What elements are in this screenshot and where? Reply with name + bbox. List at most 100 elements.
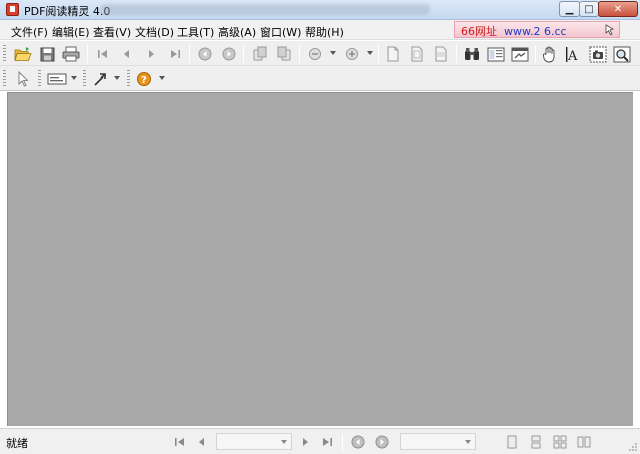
toolbar-separator	[243, 45, 244, 63]
go-forward-icon	[222, 47, 236, 61]
actual-size-button[interactable]	[383, 44, 403, 64]
menu-tools[interactable]: 工具(T)	[177, 24, 214, 40]
toolbar-grip[interactable]	[38, 70, 41, 87]
fit-page-button[interactable]	[407, 44, 427, 64]
facing-layout-button[interactable]	[574, 432, 594, 452]
hand-tool-icon	[542, 46, 555, 62]
status-previous-page-button[interactable]	[192, 432, 212, 452]
link-tool-button[interactable]	[90, 69, 110, 89]
ad-url-part1: www.2	[504, 25, 541, 38]
facing-continuous-layout-button[interactable]	[550, 432, 570, 452]
single-page-icon	[507, 435, 517, 449]
first-page-button[interactable]	[93, 44, 113, 64]
first-page-icon	[98, 50, 107, 58]
status-back-button[interactable]	[348, 432, 368, 452]
help-button[interactable]: ?	[134, 69, 154, 89]
annotation-dropdown[interactable]	[71, 76, 77, 80]
page-number-combo[interactable]	[216, 433, 292, 450]
first-page-icon	[175, 438, 184, 446]
magnifier-button[interactable]	[612, 44, 632, 64]
status-bar: 就绪	[0, 428, 640, 454]
rotate-left-icon	[253, 46, 267, 61]
zoom-out-button[interactable]	[305, 44, 325, 64]
last-page-button[interactable]	[165, 44, 185, 64]
chevron-down-icon	[281, 440, 287, 444]
snapshot-icon	[589, 46, 607, 62]
fit-page-icon	[411, 46, 423, 62]
go-back-button[interactable]	[195, 44, 215, 64]
minimize-icon: ▁	[565, 3, 574, 15]
main-toolbar: A	[0, 41, 640, 66]
toolbar-grip[interactable]	[83, 70, 86, 87]
rotate-left-button[interactable]	[250, 44, 270, 64]
secondary-toolbar: ?	[0, 66, 640, 91]
binoculars-find-icon	[465, 48, 479, 60]
save-button[interactable]	[37, 44, 57, 64]
link-tool-dropdown[interactable]	[114, 76, 120, 80]
menu-view[interactable]: 查看(V)	[93, 24, 131, 40]
zoom-level-combo[interactable]	[400, 433, 476, 450]
zoom-in-button[interactable]	[342, 44, 362, 64]
hand-tool-button[interactable]	[540, 44, 560, 64]
page-layout-icon	[487, 47, 505, 61]
rotate-right-button[interactable]	[274, 44, 294, 64]
go-back-icon	[351, 435, 365, 449]
previous-page-icon	[124, 50, 129, 58]
open-button[interactable]	[13, 44, 33, 64]
resize-grip-icon[interactable]	[628, 442, 638, 452]
ad-prefix: 66网址	[461, 25, 497, 38]
find-button[interactable]	[462, 44, 482, 64]
snapshot-button[interactable]	[588, 44, 608, 64]
svg-text:A: A	[567, 49, 578, 63]
menu-help[interactable]: 帮助(H)	[305, 24, 344, 40]
menu-file[interactable]: 文件(F)	[11, 24, 48, 40]
window-title: PDF阅读精灵 4.0	[24, 5, 111, 18]
toolbar-separator	[535, 45, 536, 63]
previous-page-icon	[199, 438, 204, 446]
window-view-icon	[511, 47, 529, 61]
toolbar-grip[interactable]	[3, 45, 6, 62]
menu-document[interactable]: 文档(D)	[135, 24, 174, 40]
continuous-layout-button[interactable]	[526, 432, 546, 452]
menu-edit[interactable]: 编辑(E)	[52, 24, 90, 40]
print-button[interactable]	[61, 44, 81, 64]
zoom-out-dropdown[interactable]	[330, 51, 336, 55]
fit-width-icon	[435, 46, 447, 62]
last-page-icon	[323, 438, 332, 446]
status-next-page-button[interactable]	[295, 432, 315, 452]
next-page-button[interactable]	[141, 44, 161, 64]
actual-size-icon	[387, 46, 399, 62]
menu-advanced[interactable]: 高级(A)	[218, 24, 256, 40]
close-icon: ✕	[613, 3, 623, 15]
zoom-in-dropdown[interactable]	[367, 51, 373, 55]
status-first-page-button[interactable]	[170, 432, 190, 452]
minimize-button[interactable]: ▁	[559, 1, 580, 17]
previous-page-button[interactable]	[117, 44, 137, 64]
document-view-area[interactable]	[7, 92, 633, 426]
pointer-icon	[18, 71, 29, 87]
toolbar-grip[interactable]	[127, 70, 130, 87]
ad-url-part2: 6.cc	[543, 25, 567, 38]
zoom-out-icon	[309, 48, 321, 60]
save-icon	[40, 47, 54, 61]
select-tool-button[interactable]	[13, 69, 33, 89]
toolbar-grip[interactable]	[3, 70, 6, 87]
print-icon	[62, 46, 80, 62]
status-forward-button[interactable]	[372, 432, 392, 452]
ad-banner-text: 66网址 www.2 6.cc	[461, 23, 567, 39]
annotation-button[interactable]	[45, 69, 69, 89]
cursor-hand-icon	[605, 24, 614, 36]
close-button[interactable]: ✕	[598, 1, 638, 17]
maximize-button[interactable]: □	[579, 1, 599, 17]
menu-window[interactable]: 窗口(W)	[260, 24, 301, 40]
fit-width-button[interactable]	[431, 44, 451, 64]
go-forward-button[interactable]	[219, 44, 239, 64]
ad-banner[interactable]: 66网址 www.2 6.cc	[454, 21, 620, 38]
single-page-view-button[interactable]	[486, 44, 506, 64]
help-dropdown[interactable]	[159, 76, 165, 80]
single-page-layout-button[interactable]	[502, 432, 522, 452]
toolbar-separator	[456, 45, 457, 63]
status-last-page-button[interactable]	[317, 432, 337, 452]
text-select-button[interactable]: A	[564, 44, 584, 64]
continuous-view-button[interactable]	[510, 44, 530, 64]
